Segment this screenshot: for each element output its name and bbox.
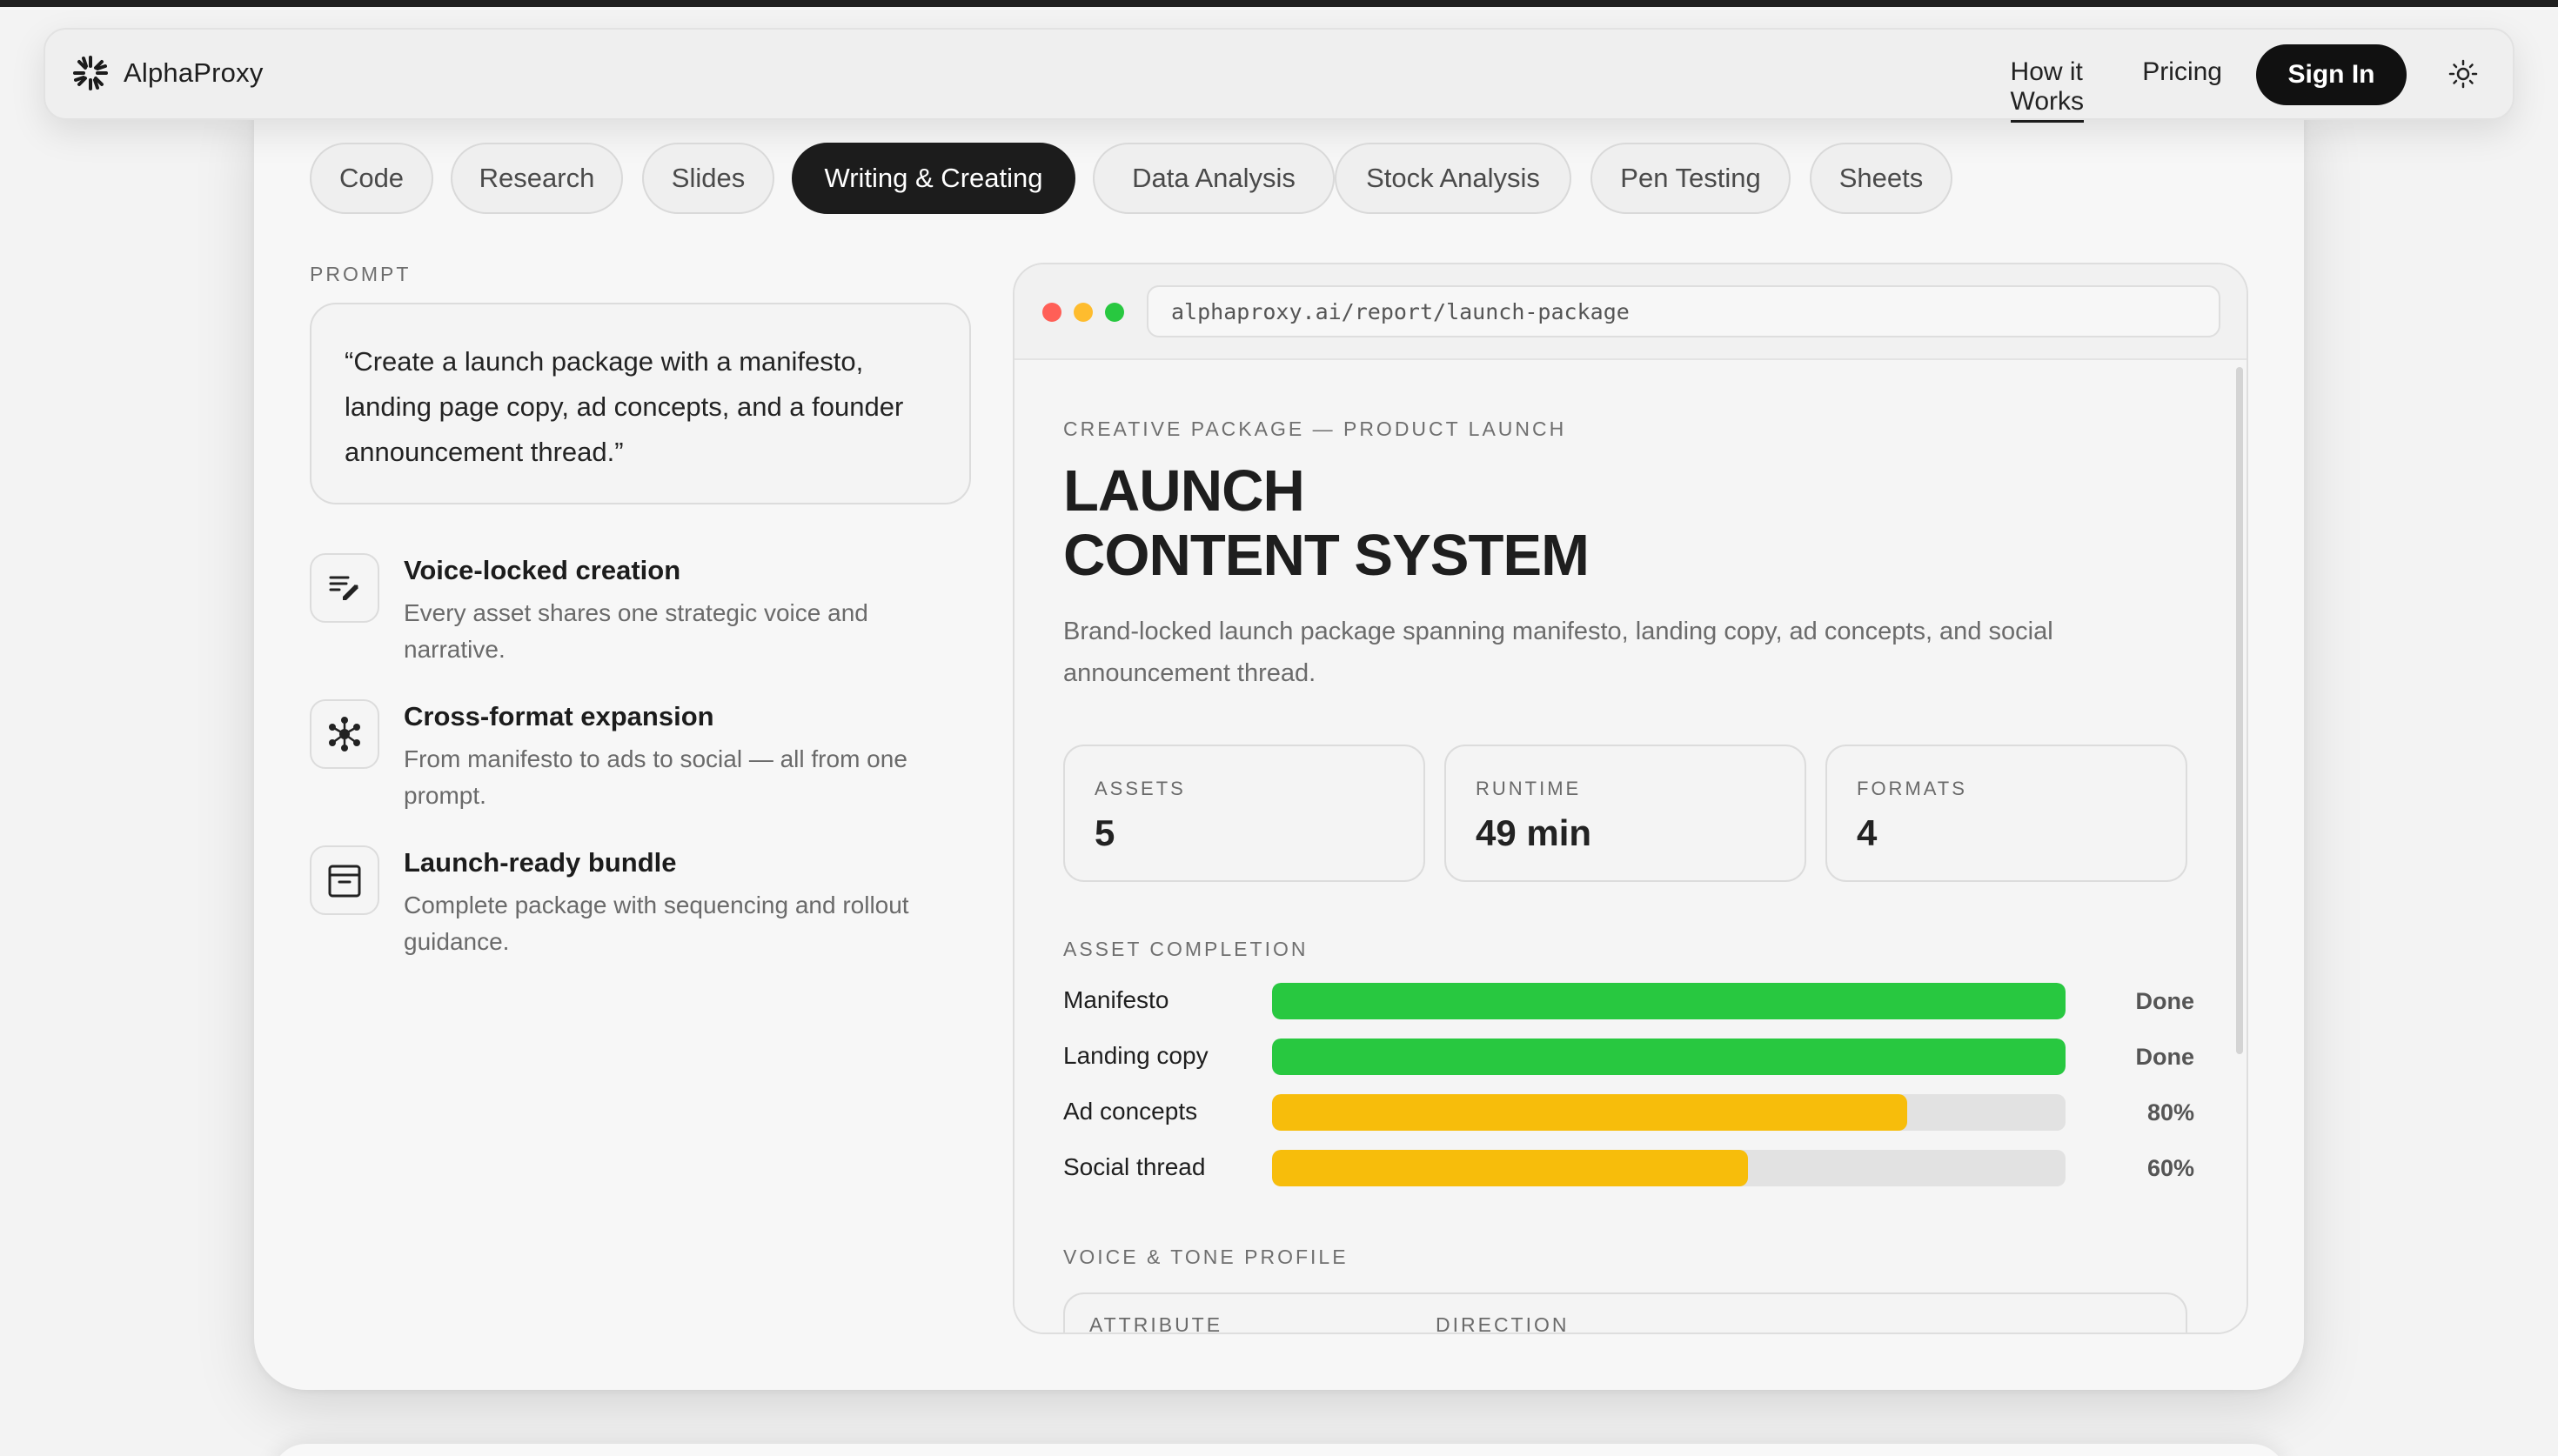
completion-name: Manifesto — [1063, 986, 1169, 1013]
report-title-line-2: CONTENT SYSTEM — [1063, 523, 1590, 588]
sign-in-button[interactable]: Sign In — [2256, 44, 2407, 105]
maximize-dot-icon — [1105, 303, 1124, 322]
feature-description: From manifesto to ads to social — all fr… — [404, 745, 907, 809]
completion-name: Landing copy — [1063, 1042, 1209, 1069]
report-title-line-1: LAUNCH — [1063, 458, 1305, 524]
completion-row-manifesto: Manifesto Done — [1063, 983, 2194, 1019]
completion-status: Done — [2135, 1044, 2195, 1070]
stat-label: FORMATS — [1857, 778, 1967, 799]
report-eyebrow: CREATIVE PACKAGE — PRODUCT LAUNCH — [1063, 417, 1567, 440]
navbar: AlphaProxy How it Works Pricing Sign In — [44, 28, 2514, 123]
stat-value: 5 — [1095, 812, 1115, 853]
brand-name: AlphaProxy — [124, 57, 264, 88]
report-description: Brand-locked launch package spanning man… — [1063, 618, 2053, 687]
progress-fill — [1272, 1039, 2066, 1075]
prompt-label: PROMPT — [310, 263, 412, 285]
browser-toolbar: alphaproxy.ai/report/launch-package — [1014, 264, 2247, 360]
scrollbar[interactable] — [2236, 367, 2243, 1054]
completion-name: Social thread — [1063, 1153, 1206, 1180]
stat-formats: FORMATS 4 — [1825, 745, 2187, 882]
stat-assets: ASSETS 5 — [1063, 745, 1425, 882]
progress-track — [1272, 1039, 2066, 1075]
asset-completion-label: ASSET COMPLETION — [1063, 938, 1309, 960]
tab-stock-analysis[interactable]: Stock Analysis — [1335, 143, 1571, 214]
progress-track — [1272, 1094, 2066, 1131]
brand-link[interactable]: AlphaProxy — [71, 54, 264, 92]
progress-fill — [1272, 983, 2066, 1019]
feature-title: Voice-locked creation — [404, 555, 681, 585]
completion-row-ad-concepts: Ad concepts 80% — [1063, 1094, 2194, 1131]
stat-runtime: RUNTIME 49 min — [1444, 745, 1806, 882]
tab-writing-creating[interactable]: Writing & Creating — [792, 143, 1075, 214]
archive-box-icon — [310, 845, 379, 915]
browser-window: alphaproxy.ai/report/launch-package CREA… — [1013, 263, 2248, 1334]
edit-lines-icon — [310, 553, 379, 623]
next-section-card — [271, 1444, 2287, 1456]
stat-label: RUNTIME — [1476, 778, 1582, 799]
top-edge-strip — [0, 0, 2558, 7]
completion-status: Done — [2135, 988, 2195, 1014]
alphaproxy-logo-icon — [73, 56, 108, 90]
stat-value: 4 — [1857, 812, 1878, 853]
voice-tone-table: ATTRIBUTE DIRECTION — [1063, 1292, 2187, 1334]
stat-value: 49 min — [1476, 812, 1592, 853]
feature-description: Every asset shares one strategic voice a… — [404, 599, 868, 663]
close-dot-icon — [1042, 303, 1061, 322]
prompt-text: “Create a launch package with a manifest… — [310, 303, 971, 504]
theme-toggle-sun-icon[interactable] — [2448, 59, 2478, 89]
feature-cross-format: Cross-format expansion From manifesto to… — [310, 699, 971, 812]
completion-row-landing-copy: Landing copy Done — [1063, 1039, 2194, 1075]
stat-label: ASSETS — [1095, 778, 1186, 799]
tab-slides[interactable]: Slides — [642, 143, 774, 214]
address-bar[interactable]: alphaproxy.ai/report/launch-package — [1147, 285, 2220, 337]
voice-tone-label: VOICE & TONE PROFILE — [1063, 1246, 1349, 1268]
nav-how-it-works[interactable]: How it Works — [2010, 57, 2084, 123]
tab-sheets[interactable]: Sheets — [1810, 143, 1952, 214]
table-header-attribute: ATTRIBUTE — [1089, 1313, 1223, 1334]
completion-status: 60% — [2146, 1155, 2194, 1181]
feature-voice-locked: Voice-locked creation Every asset shares… — [310, 553, 971, 666]
table-header-direction: DIRECTION — [1436, 1313, 1570, 1334]
progress-track — [1272, 983, 2066, 1019]
progress-track — [1272, 1150, 2066, 1186]
report-title: LAUNCH CONTENT SYSTEM — [1063, 458, 1590, 588]
progress-fill — [1272, 1094, 1907, 1131]
network-icon — [310, 699, 379, 769]
completion-name: Ad concepts — [1063, 1098, 1198, 1125]
feature-title: Cross-format expansion — [404, 701, 714, 731]
nav-pricing[interactable]: Pricing — [2142, 57, 2222, 90]
tab-pen-testing[interactable]: Pen Testing — [1590, 143, 1791, 214]
tab-data-analysis[interactable]: Data Analysis — [1093, 143, 1335, 214]
minimize-dot-icon — [1074, 303, 1093, 322]
completion-status: 80% — [2146, 1099, 2194, 1125]
feature-launch-ready: Launch-ready bundle Complete package wit… — [310, 845, 971, 958]
progress-fill — [1272, 1150, 1749, 1186]
completion-row-social-thread: Social thread 60% — [1063, 1150, 2194, 1186]
tab-code[interactable]: Code — [310, 143, 433, 214]
feature-description: Complete package with sequencing and rol… — [404, 892, 909, 955]
tab-research[interactable]: Research — [451, 143, 623, 214]
feature-title: Launch-ready bundle — [404, 847, 677, 878]
